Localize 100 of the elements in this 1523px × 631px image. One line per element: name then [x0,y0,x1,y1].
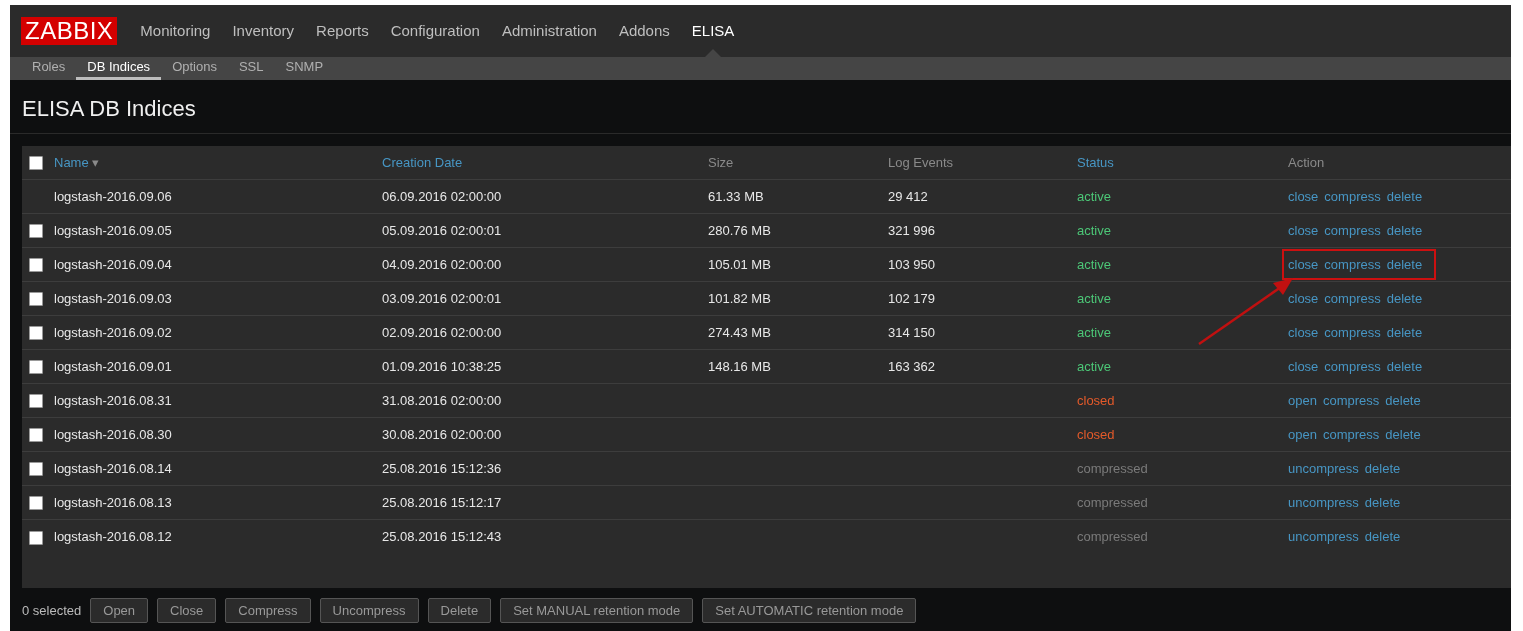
column-header: Size [708,154,734,170]
action-link[interactable]: close [1288,188,1319,204]
column-header-link[interactable]: Creation Date [382,154,463,170]
action-link[interactable]: close [1288,256,1319,272]
action-button[interactable]: Compress [225,597,311,623]
action-link[interactable]: delete [1364,460,1401,476]
action-link[interactable]: compress [1324,358,1381,374]
main-menu-item[interactable]: Inventory [221,5,306,57]
action-button[interactable]: Delete [427,597,492,623]
table-cell: logstash-2016.09.01 [54,358,172,374]
action-link[interactable]: delete [1386,290,1423,306]
status-text: compressed [1077,494,1148,510]
action-link[interactable]: compress [1324,188,1381,204]
action-link[interactable]: uncompress [1288,494,1359,510]
zabbix-logo[interactable]: ZABBIX [21,17,118,45]
main-menu-item[interactable]: Monitoring [129,5,222,57]
action-link[interactable]: delete [1385,392,1421,408]
status-text: active [1077,290,1111,306]
main-menu-item[interactable]: Reports [305,5,380,57]
action-link[interactable]: compress [1322,392,1380,408]
action-link[interactable]: delete [1386,358,1423,374]
action-link[interactable]: delete [1364,494,1401,510]
table-cell: 06.09.2016 02:00:00 [382,188,502,204]
action-link[interactable]: open [1288,426,1317,442]
sub-menu-tab[interactable]: DB Indices [76,57,162,80]
table-cell: 04.09.2016 02:00:00 [382,256,502,272]
sub-menu-tab[interactable]: SNMP [274,57,335,80]
row-checkbox[interactable] [29,394,43,409]
table-cell: 31.08.2016 02:00:00 [382,392,502,408]
status-text: active [1077,222,1111,238]
table-cell: 25.08.2016 15:12:43 [382,529,502,544]
table-cell: 30.08.2016 02:00:00 [382,426,502,442]
action-link[interactable]: compress [1324,222,1381,238]
action-link[interactable]: compress [1322,426,1380,442]
table-cell: 29 412 [888,188,928,204]
table-cell: logstash-2016.09.03 [54,290,172,306]
status-text: closed [1077,426,1115,442]
status-text: closed [1077,392,1115,408]
table-cell: logstash-2016.09.02 [54,324,172,340]
action-button[interactable]: Uncompress [319,597,419,623]
column-header-link[interactable]: Status [1077,154,1114,170]
status-text: active [1077,188,1111,204]
main-menu-item[interactable]: Administration [490,5,608,57]
row-checkbox[interactable] [29,292,43,307]
row-checkbox[interactable] [29,326,43,341]
action-link[interactable]: close [1288,290,1319,306]
table-cell: logstash-2016.08.31 [54,392,172,408]
main-menu-item[interactable]: Addons [607,5,681,57]
table-cell: 101.82 MB [708,290,771,306]
action-link[interactable]: close [1288,222,1319,238]
action-link[interactable]: compress [1324,256,1381,272]
sub-menu-tab[interactable]: Roles [21,57,77,80]
status-text: compressed [1077,529,1148,544]
row-checkbox[interactable] [29,224,43,239]
action-link[interactable]: delete [1386,188,1423,204]
table-cell: 25.08.2016 15:12:17 [382,494,502,510]
select-all-checkbox[interactable] [29,156,43,171]
main-menu-item[interactable]: Configuration [379,5,491,57]
action-link[interactable]: open [1288,392,1317,408]
table-cell: 61.33 MB [708,188,764,204]
sub-menu-tab[interactable]: Options [161,57,228,80]
action-button[interactable]: Close [157,597,217,623]
table-cell: logstash-2016.09.05 [54,222,172,238]
row-checkbox[interactable] [29,360,43,375]
action-link[interactable]: uncompress [1288,460,1359,476]
table-cell: 274.43 MB [708,324,771,340]
action-link[interactable]: close [1288,324,1319,340]
row-checkbox[interactable] [29,258,43,273]
row-checkbox[interactable] [29,428,43,443]
action-link[interactable]: close [1288,358,1319,374]
table-cell: logstash-2016.09.04 [54,256,172,272]
page-title: ELISA DB Indices [10,79,1511,134]
action-link[interactable]: compress [1324,324,1381,340]
status-text: active [1077,324,1111,340]
action-link[interactable]: delete [1386,256,1423,272]
table-cell: 05.09.2016 02:00:01 [382,222,502,238]
table-cell: 105.01 MB [708,256,771,272]
row-checkbox[interactable] [29,530,43,545]
column-header: Action [1288,154,1325,170]
action-button[interactable]: Set AUTOMATIC retention mode [702,597,917,623]
action-button[interactable]: Set MANUAL retention mode [500,597,694,623]
table-cell: 163 362 [888,358,935,374]
row-checkbox[interactable] [29,496,43,511]
status-text: active [1077,358,1111,374]
status-text: compressed [1077,460,1148,476]
column-header-link[interactable]: Name [54,154,89,170]
table-cell: logstash-2016.09.06 [54,188,172,204]
action-link[interactable]: uncompress [1288,529,1359,544]
action-button[interactable]: Open [90,597,149,623]
action-link[interactable]: delete [1385,426,1421,442]
action-link[interactable]: delete [1364,529,1401,544]
row-checkbox[interactable] [29,462,43,477]
table-cell: 280.76 MB [708,222,771,238]
action-link[interactable]: delete [1386,324,1423,340]
table-cell: 01.09.2016 10:38:25 [382,358,502,374]
table-cell: logstash-2016.08.12 [54,529,172,544]
action-link[interactable]: delete [1386,222,1423,238]
action-link[interactable]: compress [1324,290,1381,306]
sub-menu-tab[interactable]: SSL [227,57,275,80]
table-cell: 25.08.2016 15:12:36 [382,460,502,476]
